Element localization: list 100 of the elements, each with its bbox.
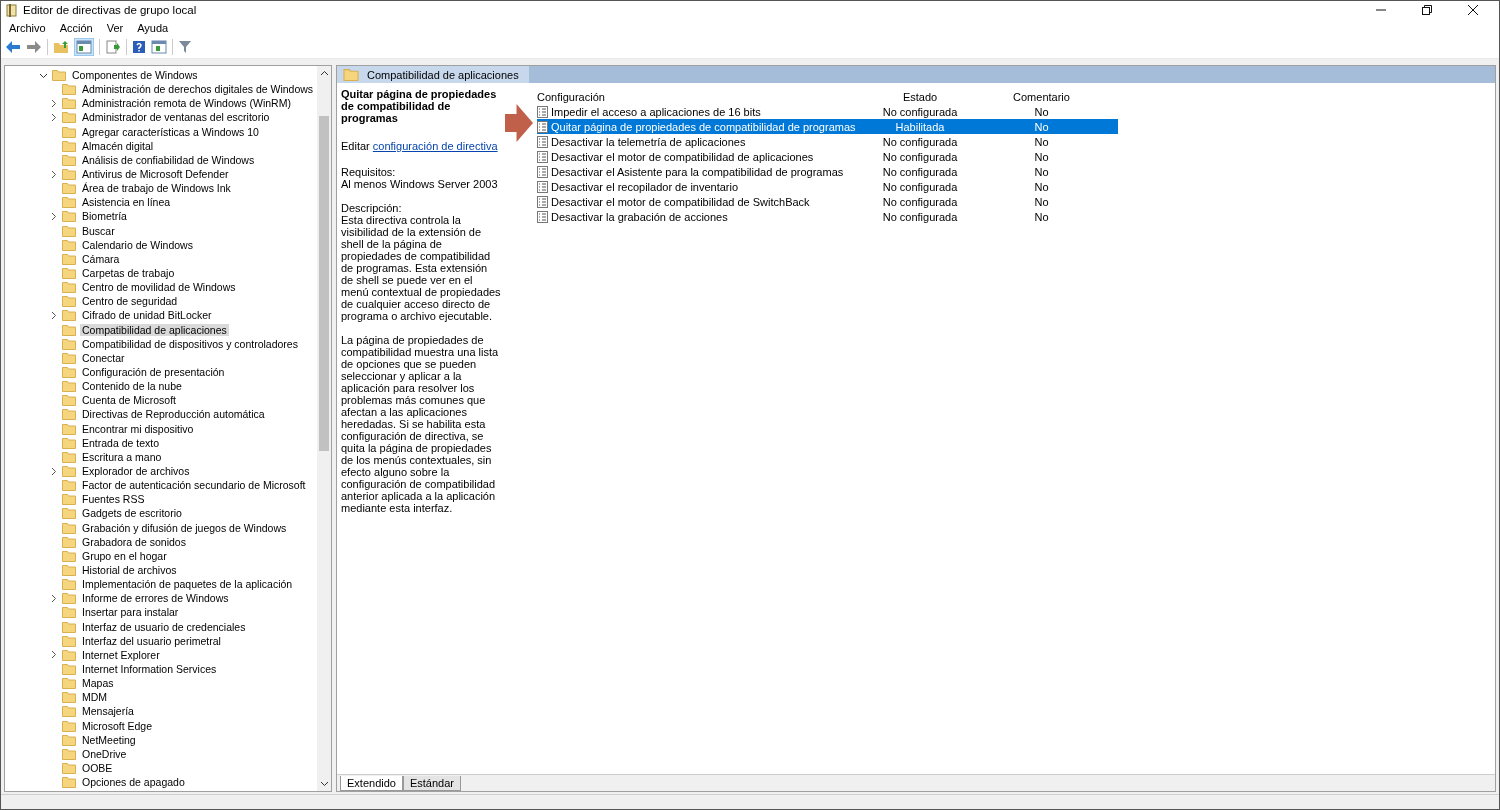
tree-item[interactable]: Conectar	[80, 351, 127, 364]
column-header[interactable]: Estado	[875, 90, 965, 103]
chevron-right-icon[interactable]	[49, 98, 58, 108]
export-list-icon[interactable]	[105, 40, 121, 54]
menu-item[interactable]: Archivo	[9, 21, 46, 34]
table-row[interactable]: Desactivar el motor de compatibilidad de aplicaciones No configurada No	[537, 149, 1118, 164]
scrollbar[interactable]	[317, 66, 331, 791]
chevron-right-icon[interactable]	[49, 466, 58, 476]
chevron-right-icon[interactable]	[49, 113, 58, 122]
tree-item[interactable]: Configuración de presentación	[80, 366, 227, 378]
tree-item[interactable]: OOBE	[80, 761, 115, 774]
column-header[interactable]: Configuración	[537, 90, 875, 103]
filter-icon[interactable]	[178, 40, 192, 54]
chevron-right-icon[interactable]	[49, 169, 58, 179]
menu-item[interactable]: Ver	[106, 21, 124, 34]
tree-item[interactable]: Contenido de la nube	[80, 380, 184, 393]
view-tab[interactable]: Estándar	[402, 776, 461, 791]
tree-item[interactable]: Informe de errores de Windows	[80, 592, 231, 605]
table-row[interactable]: Desactivar el motor de compatibilidad de SwitchBack No configurada No	[537, 194, 1118, 209]
chevron-right-icon[interactable]	[49, 593, 58, 603]
selected-row[interactable]: Quitar página de propiedades de compatibilidad de programas Habilitada No	[537, 119, 1118, 134]
tree-item[interactable]: Antivirus de Microsoft Defender	[80, 168, 231, 181]
edit-policy-link[interactable]: configuración de directiva	[372, 140, 498, 152]
tree-item[interactable]: Almacén digital	[80, 139, 156, 152]
table-cell-text: No	[1033, 120, 1050, 133]
table-row[interactable]: Desactivar la telemetría de aplicaciones No configurada No	[537, 134, 1118, 149]
tree-item[interactable]: Fuentes RSS	[80, 493, 147, 506]
tree-item[interactable]: Análisis de confiabilidad de Windows	[80, 153, 257, 166]
tree-item[interactable]: Explorador de archivos	[80, 465, 192, 477]
chevron-right-icon[interactable]	[49, 650, 58, 660]
tree-item[interactable]: Buscar	[80, 224, 117, 237]
tree-item[interactable]: Opciones de apagado	[80, 776, 187, 789]
tree-item[interactable]: Administración remota de Windows (WinRM)	[80, 97, 293, 110]
tree-item[interactable]: OneDrive	[80, 747, 129, 760]
tree-item[interactable]: MDM	[80, 691, 110, 704]
folder-icon	[62, 295, 76, 308]
folder-up-icon[interactable]	[53, 40, 69, 54]
folder-icon	[62, 252, 76, 265]
column-header[interactable]: Comentario	[965, 90, 1118, 103]
table-cell-text: No	[1033, 165, 1050, 178]
tree-item[interactable]: Internet Information Services	[80, 662, 219, 675]
restore-icon[interactable]	[1421, 4, 1433, 16]
tree-item[interactable]: Cifrado de unidad BitLocker	[80, 309, 214, 322]
tree-toggle-button[interactable]	[74, 38, 94, 56]
tree-item[interactable]: Centro de seguridad	[80, 295, 180, 308]
tree-item[interactable]: Historial de archivos	[80, 564, 179, 576]
scroll-down-icon[interactable]	[319, 779, 329, 788]
tree-item[interactable]: Centro de movilidad de Windows	[80, 281, 238, 294]
tree-item[interactable]: NetMeeting	[80, 733, 138, 746]
tree-item[interactable]: Mensajería	[80, 705, 136, 718]
menu-item[interactable]: Acción	[59, 21, 93, 34]
back-arrow-icon[interactable]	[5, 40, 21, 54]
tree-item[interactable]: Administración de derechos digitales de Windows	[80, 83, 316, 96]
tree-item[interactable]: Calendario de Windows	[80, 238, 195, 251]
tree-item[interactable]: Factor de autenticación secundario de Microsoft	[80, 479, 308, 492]
tree-item[interactable]: Componentes de Windows	[70, 69, 200, 82]
forward-arrow-icon[interactable]	[26, 40, 42, 54]
table-cell-text: No configurada	[881, 195, 959, 208]
tree-item[interactable]: Interfaz del usuario perimetral	[80, 634, 223, 647]
tree-item[interactable]: Área de trabajo de Windows Ink	[80, 182, 233, 195]
tree-item[interactable]: Gadgets de escritorio	[80, 507, 184, 520]
table-row[interactable]: Desactivar el recopilador de inventario No configurada No	[537, 179, 1118, 194]
tree-item[interactable]: Entrada de texto	[80, 436, 162, 449]
tree-item[interactable]: Directivas de Reproducción automática	[80, 408, 267, 421]
tree-item[interactable]: Implementación de paquetes de la aplicación	[80, 578, 295, 591]
tree-item[interactable]: Carpetas de trabajo	[80, 267, 177, 280]
chevron-right-icon[interactable]	[49, 310, 58, 320]
table-row[interactable]: Desactivar el Asistente para la compatibilidad de programas No configurada No	[537, 164, 1118, 179]
tree-item[interactable]: Administrador de ventanas del escritorio	[80, 111, 272, 124]
tree-item[interactable]: Cuenta de Microsoft	[80, 394, 178, 407]
menu-item[interactable]: Ayuda	[137, 21, 169, 34]
close-icon[interactable]	[1467, 4, 1479, 16]
tree-item[interactable]: Cámara	[80, 252, 122, 265]
tree-item[interactable]: Microsoft Edge	[80, 719, 155, 732]
tree-item[interactable]: Internet Explorer	[80, 648, 162, 661]
scrollbar-thumb[interactable]	[319, 116, 329, 451]
tree-item[interactable]: Asistencia en línea	[80, 196, 173, 209]
tree-item[interactable]: Compatibilidad de dispositivos y controladores	[80, 337, 300, 350]
console-icon[interactable]	[151, 40, 167, 54]
table-cell-text: No configurada	[881, 135, 959, 148]
tree-item[interactable]: Interfaz de usuario de credenciales	[80, 620, 248, 633]
table-cell: Desactivar el recopilador de inventario	[551, 180, 739, 193]
tree-item[interactable]: Grabadora de sonidos	[80, 535, 188, 548]
table-row[interactable]: Impedir el acceso a aplicaciones de 16 bits No configurada No	[537, 104, 1118, 119]
help-icon[interactable]	[132, 40, 146, 54]
scroll-up-icon[interactable]	[319, 69, 329, 78]
folder-icon	[62, 309, 76, 322]
tree-item[interactable]: Grupo en el hogar	[80, 549, 169, 562]
tree-item[interactable]: Insertar para instalar	[80, 606, 181, 619]
tree-item[interactable]: Mapas	[80, 677, 116, 690]
table-row[interactable]: Desactivar la grabación de acciones No configurada No	[537, 209, 1118, 224]
tree-item[interactable]: Biometría	[80, 210, 129, 223]
tree-item[interactable]: Grabación y difusión de juegos de Windows	[80, 521, 289, 534]
chevron-right-icon[interactable]	[49, 211, 58, 221]
tree-item[interactable]: Compatibilidad de aplicaciones	[80, 323, 229, 336]
tree-item[interactable]: Agregar características a Windows 10	[80, 125, 261, 138]
tree-item[interactable]: Encontrar mi dispositivo	[80, 422, 196, 435]
view-tab[interactable]: Extendido	[340, 776, 403, 791]
folder-icon	[62, 168, 76, 181]
tree-item[interactable]: Escritura a mano	[80, 450, 164, 463]
